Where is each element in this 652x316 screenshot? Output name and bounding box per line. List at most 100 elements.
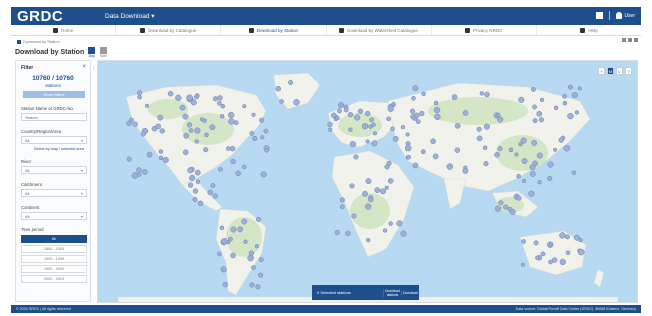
station-marker[interactable]: [476, 126, 482, 132]
station-marker[interactable]: [362, 190, 368, 197]
station-marker[interactable]: [235, 170, 241, 177]
station-marker[interactable]: [219, 225, 225, 231]
station-marker[interactable]: [349, 141, 356, 148]
station-marker[interactable]: [521, 239, 526, 244]
station-marker[interactable]: [390, 126, 395, 132]
station-marker[interactable]: [384, 185, 389, 190]
station-marker[interactable]: [136, 90, 143, 96]
station-marker[interactable]: [433, 100, 439, 106]
station-marker[interactable]: [145, 103, 150, 108]
station-marker[interactable]: [210, 183, 216, 188]
station-marker[interactable]: [354, 114, 361, 121]
station-marker[interactable]: [199, 117, 204, 122]
station-marker[interactable]: [451, 94, 458, 100]
station-marker[interactable]: [412, 85, 419, 92]
station-marker[interactable]: [521, 158, 528, 165]
station-marker[interactable]: [212, 96, 218, 102]
station-marker[interactable]: [222, 281, 228, 288]
nav-tab-help[interactable]: Help: [537, 25, 641, 35]
map-help-button[interactable]: ?: [625, 67, 632, 75]
station-marker[interactable]: [228, 118, 235, 125]
station-marker[interactable]: [522, 178, 527, 184]
station-marker[interactable]: [434, 113, 441, 121]
station-marker[interactable]: [186, 94, 193, 102]
station-marker[interactable]: [419, 110, 425, 117]
station-marker[interactable]: [483, 161, 489, 167]
station-marker[interactable]: [405, 132, 410, 137]
station-marker[interactable]: [411, 96, 416, 101]
station-marker[interactable]: [365, 203, 372, 210]
station-marker[interactable]: [476, 135, 483, 142]
station-marker[interactable]: [446, 163, 454, 170]
station-marker[interactable]: [217, 95, 223, 101]
station-marker[interactable]: [194, 127, 201, 134]
station-marker[interactable]: [547, 176, 553, 182]
nav-tab-home[interactable]: Home: [11, 25, 117, 35]
station-marker[interactable]: [293, 99, 300, 106]
station-marker[interactable]: [251, 265, 256, 270]
home-icon[interactable]: [17, 39, 21, 44]
station-marker[interactable]: [260, 135, 265, 140]
nav-tab-watershed[interactable]: Download by Watershed Catalogue: [327, 25, 432, 35]
station-marker[interactable]: [248, 250, 255, 256]
station-marker[interactable]: [564, 234, 570, 240]
station-marker[interactable]: [126, 120, 132, 127]
share-icon[interactable]: [628, 38, 632, 42]
period-option[interactable]: 1900 - 1950: [21, 255, 87, 263]
period-option[interactable]: 1950 - 2000: [21, 265, 87, 273]
station-marker[interactable]: [562, 93, 567, 99]
station-marker[interactable]: [204, 132, 209, 138]
station-marker[interactable]: [539, 97, 545, 103]
station-marker[interactable]: [155, 123, 161, 130]
station-marker[interactable]: [328, 127, 333, 132]
station-marker[interactable]: [433, 106, 441, 114]
station-marker[interactable]: [339, 204, 345, 210]
station-marker[interactable]: [252, 135, 258, 142]
country-select[interactable]: All ▾: [21, 136, 87, 144]
station-marker[interactable]: [406, 154, 411, 160]
station-marker[interactable]: [220, 103, 226, 109]
station-marker[interactable]: [207, 189, 213, 196]
station-marker[interactable]: [327, 121, 333, 128]
station-marker[interactable]: [242, 104, 247, 109]
station-marker[interactable]: [532, 160, 538, 167]
station-marker[interactable]: [226, 146, 231, 151]
station-marker[interactable]: [529, 171, 536, 177]
station-marker[interactable]: [217, 100, 222, 106]
station-marker[interactable]: [577, 86, 582, 91]
station-marker[interactable]: [197, 200, 204, 207]
period-option[interactable]: 2000 - 2024: [21, 275, 87, 283]
station-marker[interactable]: [221, 238, 228, 245]
station-marker[interactable]: [482, 145, 488, 150]
station-marker[interactable]: [349, 183, 355, 189]
station-marker[interactable]: [479, 91, 484, 96]
station-marker[interactable]: [220, 266, 227, 273]
station-marker[interactable]: [535, 255, 540, 261]
station-marker[interactable]: [516, 195, 522, 201]
station-marker[interactable]: [551, 257, 558, 263]
station-marker[interactable]: [518, 96, 525, 103]
map-view-button[interactable]: Map: [88, 47, 96, 58]
station-marker[interactable]: [337, 108, 342, 114]
station-marker[interactable]: [190, 99, 197, 106]
select-by-map-link[interactable]: Select by map / selected area: [34, 147, 84, 151]
station-marker[interactable]: [357, 108, 364, 114]
station-marker[interactable]: [159, 128, 165, 134]
station-marker[interactable]: [192, 197, 198, 202]
station-marker[interactable]: [162, 156, 169, 164]
station-marker[interactable]: [559, 232, 566, 239]
nav-tab-catalogue[interactable]: Download by Catalogue: [116, 25, 222, 35]
station-marker[interactable]: [137, 94, 142, 100]
station-name-input[interactable]: Search: [21, 113, 87, 121]
station-marker[interactable]: [494, 205, 502, 212]
station-marker[interactable]: [167, 90, 174, 97]
nav-tab-privacy[interactable]: Privacy GRDC: [432, 25, 537, 35]
station-marker[interactable]: [361, 122, 369, 130]
station-marker[interactable]: [573, 234, 580, 241]
close-icon[interactable]: ×: [82, 64, 86, 70]
station-marker[interactable]: [347, 112, 354, 118]
station-marker[interactable]: [382, 228, 388, 233]
station-marker[interactable]: [141, 169, 148, 175]
station-marker[interactable]: [348, 127, 353, 132]
station-marker[interactable]: [251, 112, 256, 117]
